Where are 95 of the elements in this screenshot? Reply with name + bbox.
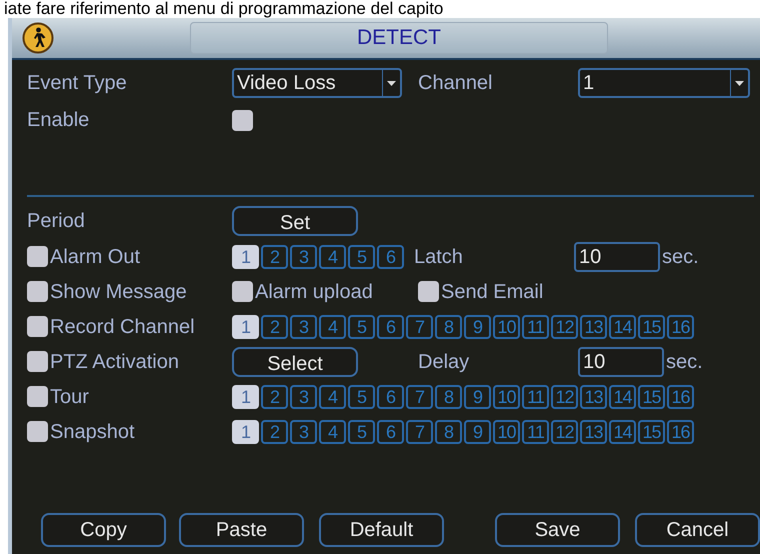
option-label: Record Channel (50, 314, 195, 338)
channel-toggle[interactable]: 15 (638, 384, 665, 408)
checkbox[interactable] (27, 246, 48, 267)
channel-toggle[interactable]: 10 (493, 314, 520, 338)
channel-toggle[interactable]: 10 (493, 384, 520, 408)
channel-toggle[interactable]: 9 (464, 314, 491, 338)
checkbox[interactable] (232, 281, 253, 302)
channel-toggle[interactable]: 16 (667, 314, 694, 338)
field-label: Event Type (27, 71, 128, 95)
channel-toggle[interactable]: 7 (406, 384, 433, 408)
walking-person-icon (22, 22, 54, 54)
channel-toggle[interactable]: 11 (522, 384, 549, 408)
channel-toggle[interactable]: 2 (261, 384, 288, 408)
channel-toggle[interactable]: 1 (232, 420, 259, 444)
channel-toggle[interactable]: 4 (319, 244, 346, 268)
channel-dropdown[interactable]: 1 (578, 68, 750, 98)
channel-toggle[interactable]: 13 (580, 384, 607, 408)
dialog-button[interactable]: Paste (179, 513, 304, 547)
channel-toggle[interactable]: 11 (522, 314, 549, 338)
channel-toggle[interactable]: 12 (551, 384, 578, 408)
channel-toggle[interactable]: 8 (435, 420, 462, 444)
channel-toggle[interactable]: 1 (232, 384, 259, 408)
channel-toggle[interactable]: 3 (290, 384, 317, 408)
channel-toggle[interactable]: 6 (377, 314, 404, 338)
unit-label: sec. (662, 244, 699, 268)
window-title: DETECT (190, 22, 608, 54)
channel-toggle[interactable]: 1 (232, 244, 259, 268)
channel-toggle[interactable]: 8 (435, 384, 462, 408)
channel-toggle[interactable]: 9 (464, 384, 491, 408)
channel-toggle[interactable]: 3 (290, 314, 317, 338)
channel-toggle[interactable]: 11 (522, 420, 549, 444)
channel-toggle[interactable]: 3 (290, 244, 317, 268)
option-label: PTZ Activation (50, 350, 179, 374)
option-label: Alarm Out (50, 244, 140, 268)
field-label: Period (27, 209, 86, 233)
option-label: Alarm upload (255, 280, 373, 304)
field-label: Enable (27, 108, 90, 132)
channel-toggle[interactable]: 5 (348, 314, 375, 338)
channel-toggle[interactable]: 4 (319, 314, 346, 338)
select-button[interactable]: Select (232, 346, 358, 376)
dropdown-arrow-icon (735, 80, 744, 86)
channel-toggle[interactable]: 4 (319, 420, 346, 444)
channel-toggle[interactable]: 3 (290, 420, 317, 444)
checkbox[interactable] (418, 281, 439, 302)
channel-toggle[interactable]: 2 (261, 420, 288, 444)
channel-toggle[interactable]: 13 (580, 314, 607, 338)
channel-toggle[interactable]: 9 (464, 420, 491, 444)
channel-toggle[interactable]: 5 (348, 420, 375, 444)
channel-toggle[interactable]: 6 (377, 384, 404, 408)
set-button[interactable]: Set (232, 206, 358, 236)
channel-toggle[interactable]: 12 (551, 314, 578, 338)
unit-label: sec. (666, 350, 703, 374)
channel-toggle[interactable]: 6 (377, 420, 404, 444)
checkbox[interactable] (232, 110, 253, 130)
channel-toggle[interactable]: 7 (406, 420, 433, 444)
channel-toggle[interactable]: 8 (435, 314, 462, 338)
channel-toggle[interactable]: 15 (638, 314, 665, 338)
dropdown-arrow-icon (387, 80, 396, 86)
checkbox[interactable] (27, 421, 48, 442)
channel-toggle[interactable]: 2 (261, 314, 288, 338)
checkbox[interactable] (27, 386, 48, 407)
input-field[interactable]: 10 (578, 346, 664, 376)
channel-toggle[interactable]: 2 (261, 244, 288, 268)
channel-toggle[interactable]: 14 (609, 420, 636, 444)
channel-toggle[interactable]: 4 (319, 384, 346, 408)
field-label: Latch (414, 244, 464, 268)
channel-toggle[interactable]: 12 (551, 420, 578, 444)
checkbox[interactable] (27, 281, 48, 302)
channel-toggle[interactable]: 10 (493, 420, 520, 444)
field-label: Channel (418, 71, 494, 95)
channel-toggle[interactable]: 16 (667, 420, 694, 444)
option-label: Send Email (441, 280, 544, 304)
channel-toggle[interactable]: 14 (609, 314, 636, 338)
channel-toggle[interactable]: 15 (638, 420, 665, 444)
caption-text: iate fare riferimento al menu di programmazione del capito (3, 0, 444, 18)
dialog-button[interactable]: Cancel (635, 513, 760, 547)
dialog-button[interactable]: Default (319, 513, 444, 547)
channel-toggle[interactable]: 7 (406, 314, 433, 338)
channel-toggle[interactable]: 13 (580, 420, 607, 444)
option-label: Tour (50, 384, 89, 408)
channel-toggle[interactable]: 5 (348, 384, 375, 408)
dialog-button[interactable]: Copy (41, 513, 166, 547)
channel-toggle[interactable]: 5 (348, 244, 375, 268)
checkbox[interactable] (27, 351, 48, 372)
dialog-button[interactable]: Save (495, 513, 620, 547)
checkbox[interactable] (27, 316, 48, 337)
option-label: Show Message (50, 280, 187, 304)
channel-toggle[interactable]: 16 (667, 384, 694, 408)
field-label: Delay (418, 350, 470, 374)
channel-toggle[interactable]: 6 (377, 244, 404, 268)
event-type-dropdown[interactable]: Video Loss (232, 68, 402, 98)
channel-toggle[interactable]: 14 (609, 384, 636, 408)
option-label: Snapshot (50, 420, 135, 444)
channel-toggle[interactable]: 1 (232, 314, 259, 338)
input-field[interactable]: 10 (574, 242, 660, 272)
